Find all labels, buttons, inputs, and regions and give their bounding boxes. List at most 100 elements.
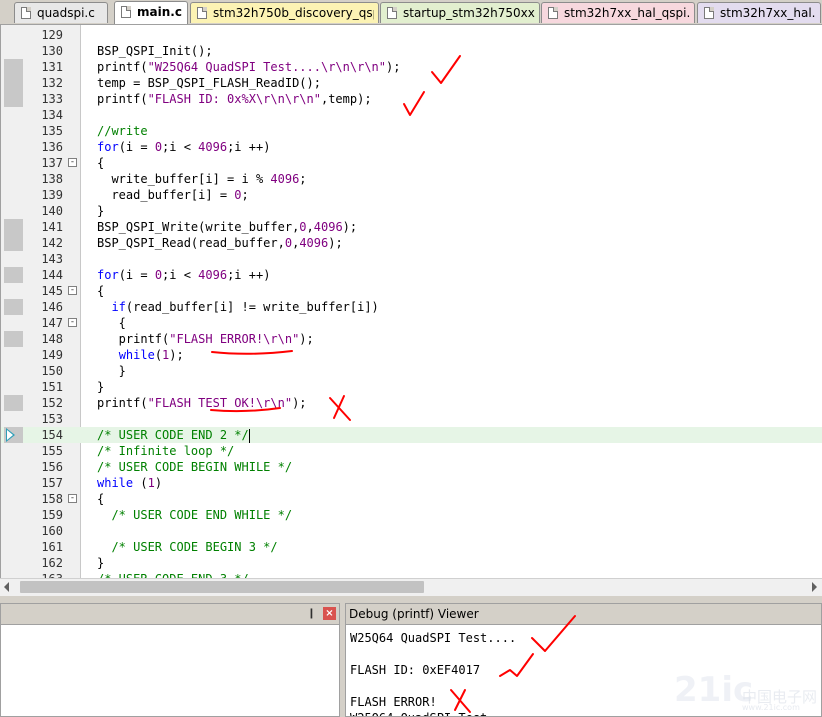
code-token: read_buffer[i] = bbox=[97, 188, 235, 202]
code-line[interactable]: 162} bbox=[1, 555, 822, 571]
tab-1[interactable]: quadspi.c bbox=[14, 2, 108, 23]
code-line[interactable]: 132 temp = BSP_QSPI_FLASH_ReadID(); bbox=[1, 75, 822, 91]
code-line[interactable]: 137- { bbox=[1, 155, 822, 171]
code-line[interactable]: 134 bbox=[1, 107, 822, 123]
code-line[interactable]: 149 while(1); bbox=[1, 347, 822, 363]
code-line[interactable]: 131 printf("W25Q64 QuadSPI Test....\r\n\r… bbox=[1, 59, 822, 75]
code-text: if(read_buffer[i] != write_buffer[i]) bbox=[97, 299, 379, 315]
code-line[interactable]: 157 while (1) bbox=[1, 475, 822, 491]
code-token: , bbox=[306, 220, 314, 234]
code-line[interactable]: 143 bbox=[1, 251, 822, 267]
code-line[interactable]: 136 for(i = 0;i < 4096;i ++) bbox=[1, 139, 822, 155]
debug-output-line: FLASH ERROR! bbox=[350, 695, 437, 709]
fold-toggle-icon[interactable]: - bbox=[68, 286, 77, 295]
tab-4[interactable]: startup_stm32h750xx.s bbox=[380, 2, 540, 23]
line-number: 129 bbox=[41, 28, 63, 42]
code-line[interactable]: 147- { bbox=[1, 315, 822, 331]
code-text: BSP_QSPI_Read(read_buffer,0,4096); bbox=[97, 235, 343, 251]
tab-6[interactable]: stm32h7xx_hal.c bbox=[697, 2, 821, 23]
code-token: temp = BSP_QSPI_FLASH_ReadID(); bbox=[97, 76, 321, 90]
code-line[interactable]: 148 printf("FLASH ERROR!\r\n"); bbox=[1, 331, 822, 347]
code-token: { bbox=[97, 316, 126, 330]
tab-5[interactable]: stm32h7xx_hal_qspi.c bbox=[541, 2, 695, 23]
code-text: BSP_QSPI_Write(write_buffer,0,4096); bbox=[97, 219, 357, 235]
code-text: { bbox=[97, 491, 104, 507]
tab-label: stm32h7xx_hal.c bbox=[720, 6, 816, 20]
line-marker bbox=[4, 267, 23, 283]
code-token: ) bbox=[154, 476, 163, 490]
code-line[interactable]: 154 /* USER CODE END 2 */ bbox=[1, 427, 822, 443]
code-line[interactable]: 133 printf("FLASH ID: 0x%X\r\n\r\n",temp)… bbox=[1, 91, 822, 107]
code-token: BSP_QSPI_Init(); bbox=[97, 44, 213, 58]
code-text: } bbox=[97, 363, 126, 379]
code-text: } bbox=[97, 555, 104, 571]
line-number: 147 bbox=[41, 316, 63, 330]
scrollbar-thumb[interactable] bbox=[20, 581, 424, 593]
code-token: 0 bbox=[234, 188, 242, 202]
line-number: 150 bbox=[41, 364, 63, 378]
code-token: printf( bbox=[97, 396, 148, 410]
code-line[interactable]: 142 BSP_QSPI_Read(read_buffer,0,4096); bbox=[1, 235, 822, 251]
code-token: printf( bbox=[97, 92, 148, 106]
code-line[interactable]: 144 for(i = 0;i < 4096;i ++) bbox=[1, 267, 822, 283]
tab-3[interactable]: stm32h750b_discovery_qspi.c bbox=[190, 2, 379, 23]
tab-2[interactable]: main.c bbox=[114, 1, 188, 24]
line-number: 153 bbox=[41, 412, 63, 426]
code-line[interactable]: 163 /* USER CODE END 3 */ bbox=[1, 571, 822, 578]
fold-toggle-icon[interactable]: - bbox=[68, 158, 77, 167]
code-token: "FLASH ERROR!\r\n" bbox=[169, 332, 300, 346]
code-line[interactable]: 151} bbox=[1, 379, 822, 395]
code-line[interactable]: 156 /* USER CODE BEGIN WHILE */ bbox=[1, 459, 822, 475]
code-line[interactable]: 138 write_buffer[i] = i % 4096; bbox=[1, 171, 822, 187]
code-line[interactable]: 155 /* Infinite loop */ bbox=[1, 443, 822, 459]
code-token: } bbox=[97, 364, 126, 378]
code-token: /* USER CODE END WHILE */ bbox=[111, 508, 293, 522]
tab-label: stm32h750b_discovery_qspi.c bbox=[213, 6, 374, 20]
code-line[interactable]: 146 if(read_buffer[i] != write_buffer[i]… bbox=[1, 299, 822, 315]
line-number: 159 bbox=[41, 508, 63, 522]
line-marker bbox=[4, 331, 23, 347]
fold-toggle-icon[interactable]: - bbox=[68, 318, 77, 327]
line-marker bbox=[4, 395, 23, 411]
code-line[interactable]: 159 /* USER CODE END WHILE */ bbox=[1, 507, 822, 523]
code-token: ); bbox=[342, 220, 358, 234]
code-line[interactable]: 153 bbox=[1, 411, 822, 427]
code-token: ; bbox=[241, 188, 249, 202]
code-token: (read_buffer[i] != write_buffer[i]) bbox=[125, 300, 379, 314]
code-line[interactable]: 160 bbox=[1, 523, 822, 539]
code-text: { bbox=[97, 283, 104, 299]
scroll-left-arrow-icon[interactable] bbox=[4, 582, 9, 592]
code-token: ; bbox=[299, 172, 307, 186]
fold-toggle-icon[interactable]: - bbox=[68, 494, 77, 503]
code-token: (i = bbox=[118, 140, 155, 154]
pin-icon[interactable]: ❙ bbox=[305, 607, 318, 620]
close-icon[interactable]: × bbox=[323, 607, 336, 620]
code-line[interactable]: 158- { bbox=[1, 491, 822, 507]
code-line[interactable]: 135 //write bbox=[1, 123, 822, 139]
code-token: /* USER CODE END 2 */ bbox=[97, 428, 249, 442]
code-line[interactable]: 140} bbox=[1, 203, 822, 219]
code-line[interactable]: 150 } bbox=[1, 363, 822, 379]
code-line[interactable]: 129 bbox=[1, 27, 822, 43]
horizontal-scrollbar[interactable] bbox=[0, 578, 822, 596]
line-number: 135 bbox=[41, 124, 63, 138]
code-token: BSP_QSPI_Read(read_buffer, bbox=[97, 236, 285, 250]
tab-label: stm32h7xx_hal_qspi.c bbox=[564, 6, 690, 20]
line-number: 136 bbox=[41, 140, 63, 154]
code-line[interactable]: 141 BSP_QSPI_Write(write_buffer,0,4096); bbox=[1, 219, 822, 235]
file-icon bbox=[387, 7, 397, 19]
code-line[interactable]: 139 read_buffer[i] = 0; bbox=[1, 187, 822, 203]
line-number: 145 bbox=[41, 284, 63, 298]
scroll-right-arrow-icon[interactable] bbox=[812, 582, 817, 592]
debug-output-line: FLASH ID: 0xEF4017 bbox=[350, 663, 481, 677]
line-number: 158 bbox=[41, 492, 63, 506]
code-line[interactable]: 152 printf("FLASH TEST OK!\r\n"); bbox=[1, 395, 822, 411]
code-line[interactable]: 161 /* USER CODE BEGIN 3 */ bbox=[1, 539, 822, 555]
code-line[interactable]: 130 BSP_QSPI_Init(); bbox=[1, 43, 822, 59]
code-line[interactable]: 145- { bbox=[1, 283, 822, 299]
line-number: 148 bbox=[41, 332, 63, 346]
line-number: 163 bbox=[23, 571, 63, 578]
code-editor[interactable]: 129 130 BSP_QSPI_Init(); 131 printf("W25Q64 … bbox=[0, 25, 822, 578]
code-token: { bbox=[97, 156, 105, 170]
